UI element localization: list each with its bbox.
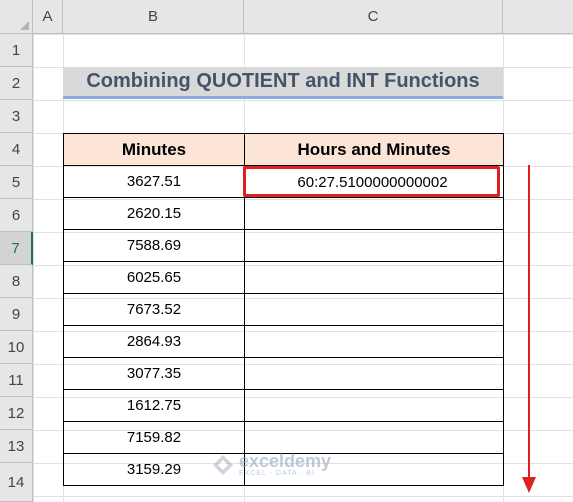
row-header-8[interactable]: 8 [0, 265, 33, 298]
row-header-1[interactable]: 1 [0, 34, 33, 67]
result-cell[interactable] [244, 389, 504, 422]
header-hours-and-minutes[interactable]: Hours and Minutes [244, 133, 504, 166]
row-header-7[interactable]: 7 [0, 232, 33, 265]
watermark: exceldemy EXCEL · DATA · BI [212, 452, 331, 478]
result-cell[interactable] [244, 261, 504, 294]
sheet-title[interactable]: Combining QUOTIENT and INT Functions [63, 67, 503, 99]
result-cell[interactable] [244, 293, 504, 326]
row-header-10[interactable]: 10 [0, 331, 33, 364]
row-header-3[interactable]: 3 [0, 100, 33, 133]
column-header-c[interactable]: C [244, 0, 503, 34]
row-header-6[interactable]: 6 [0, 199, 33, 232]
row-header-5[interactable]: 5 [0, 166, 33, 199]
watermark-tagline: EXCEL · DATA · BI [239, 470, 315, 477]
select-all-corner[interactable] [0, 0, 33, 34]
column-header-a[interactable]: A [33, 0, 63, 34]
minutes-cell[interactable]: 2620.15 [63, 197, 245, 230]
result-cell[interactable] [244, 357, 504, 390]
result-cell[interactable] [244, 325, 504, 358]
column-header-b[interactable]: B [63, 0, 244, 34]
row-header-13[interactable]: 13 [0, 430, 33, 463]
spreadsheet: A B C 1 2 3 4 5 6 7 8 9 10 11 12 13 14 C… [0, 0, 573, 502]
column-header-d[interactable] [503, 0, 573, 34]
result-cell[interactable] [244, 421, 504, 454]
minutes-cell[interactable]: 7588.69 [63, 229, 245, 262]
fill-down-arrow-icon [522, 165, 536, 493]
minutes-cell[interactable]: 7673.52 [63, 293, 245, 326]
minutes-cell[interactable]: 2864.93 [63, 325, 245, 358]
watermark-name: exceldemy [239, 451, 332, 471]
row-header-9[interactable]: 9 [0, 298, 33, 331]
result-cell[interactable] [244, 197, 504, 230]
minutes-cell[interactable]: 7159.82 [63, 421, 245, 454]
minutes-cell[interactable]: 6025.65 [63, 261, 245, 294]
row-header-14[interactable]: 14 [0, 463, 33, 502]
result-cell[interactable] [244, 229, 504, 262]
highlight-box [243, 166, 500, 197]
minutes-cell[interactable]: 3627.51 [63, 165, 245, 198]
minutes-cell[interactable]: 1612.75 [63, 389, 245, 422]
row-header-12[interactable]: 12 [0, 397, 33, 430]
row-header-4[interactable]: 4 [0, 133, 33, 166]
row-header-11[interactable]: 11 [0, 364, 33, 397]
row-header-2[interactable]: 2 [0, 67, 33, 100]
minutes-cell[interactable]: 3077.35 [63, 357, 245, 390]
header-minutes[interactable]: Minutes [63, 133, 245, 166]
exceldemy-logo-icon [213, 455, 233, 475]
